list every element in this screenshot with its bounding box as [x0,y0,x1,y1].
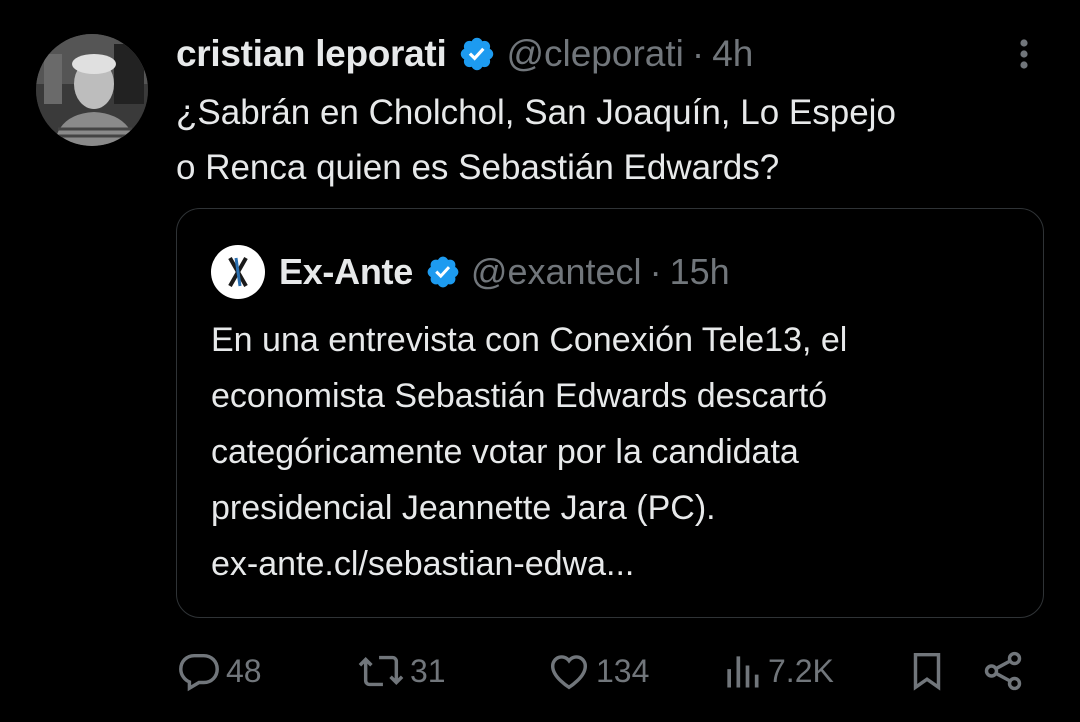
tweet-text-line: o Renca quien es Sebastián Edwards? [176,148,780,187]
share-button[interactable] [980,648,1026,694]
bookmark-button[interactable] [904,648,950,694]
action-bar: 48 31 134 7.2K [0,640,1080,700]
quoted-avatar[interactable] [211,245,265,299]
quoted-author-handle[interactable]: @exantecl [471,251,642,293]
reply-icon [179,653,219,692]
repost-icon [358,655,404,687]
reply-count: 48 [226,652,262,689]
meta-separator: · [691,33,705,74]
repost-button[interactable]: 31 [356,648,446,694]
meta-separator: · [649,251,662,292]
like-count: 134 [596,652,650,689]
like-button[interactable]: 134 [546,648,649,694]
quoted-text-line: economista Sebastián Edwards descartó [211,377,828,415]
quoted-tweet-time[interactable]: 15h [670,251,730,293]
tweet-text-line: ¿Sabrán en Cholchol, San Joaquín, Lo Esp… [176,93,896,132]
tweet-header: cristian leporati @cleporati · 4h [176,30,753,78]
author-handle[interactable]: @cleporati [506,33,683,75]
bookmark-icon [913,652,941,691]
quoted-author-name[interactable]: Ex-Ante [279,251,413,293]
quoted-text-line: En una entrevista con Conexión Tele13, e… [211,321,848,359]
like-icon [550,655,588,690]
author-name[interactable]: cristian leporati [176,33,447,75]
quoted-tweet-text: En una entrevista con Conexión Tele13, e… [211,312,1021,592]
verified-badge-icon [461,37,494,71]
views-button[interactable]: 7.2K [720,648,834,694]
tweet-time[interactable]: 4h [712,33,753,75]
views-icon [727,656,759,688]
tweet[interactable]: cristian leporati @cleporati · 4h ¿Sabrá… [0,0,1080,722]
quoted-link[interactable]: ex-ante.cl/sebastian-edwa... [211,536,1021,592]
avatar[interactable] [36,34,148,146]
repost-count: 31 [410,652,446,689]
quoted-tweet[interactable]: Ex-Ante @exantecl · 15h En una entrevist… [176,208,1044,618]
reply-button[interactable]: 48 [176,648,262,694]
quoted-tweet-header: Ex-Ante @exantecl · 15h [211,245,730,299]
share-icon [984,651,1022,691]
quoted-text-line: presidencial Jeannette Jara (PC). [211,489,716,527]
verified-badge-icon [427,256,459,288]
quoted-text-line: categóricamente votar por la candidata [211,433,799,471]
more-options-icon[interactable] [1006,36,1042,72]
tweet-text: ¿Sabrán en Cholchol, San Joaquín, Lo Esp… [176,85,1056,195]
view-count: 7.2K [768,652,834,689]
